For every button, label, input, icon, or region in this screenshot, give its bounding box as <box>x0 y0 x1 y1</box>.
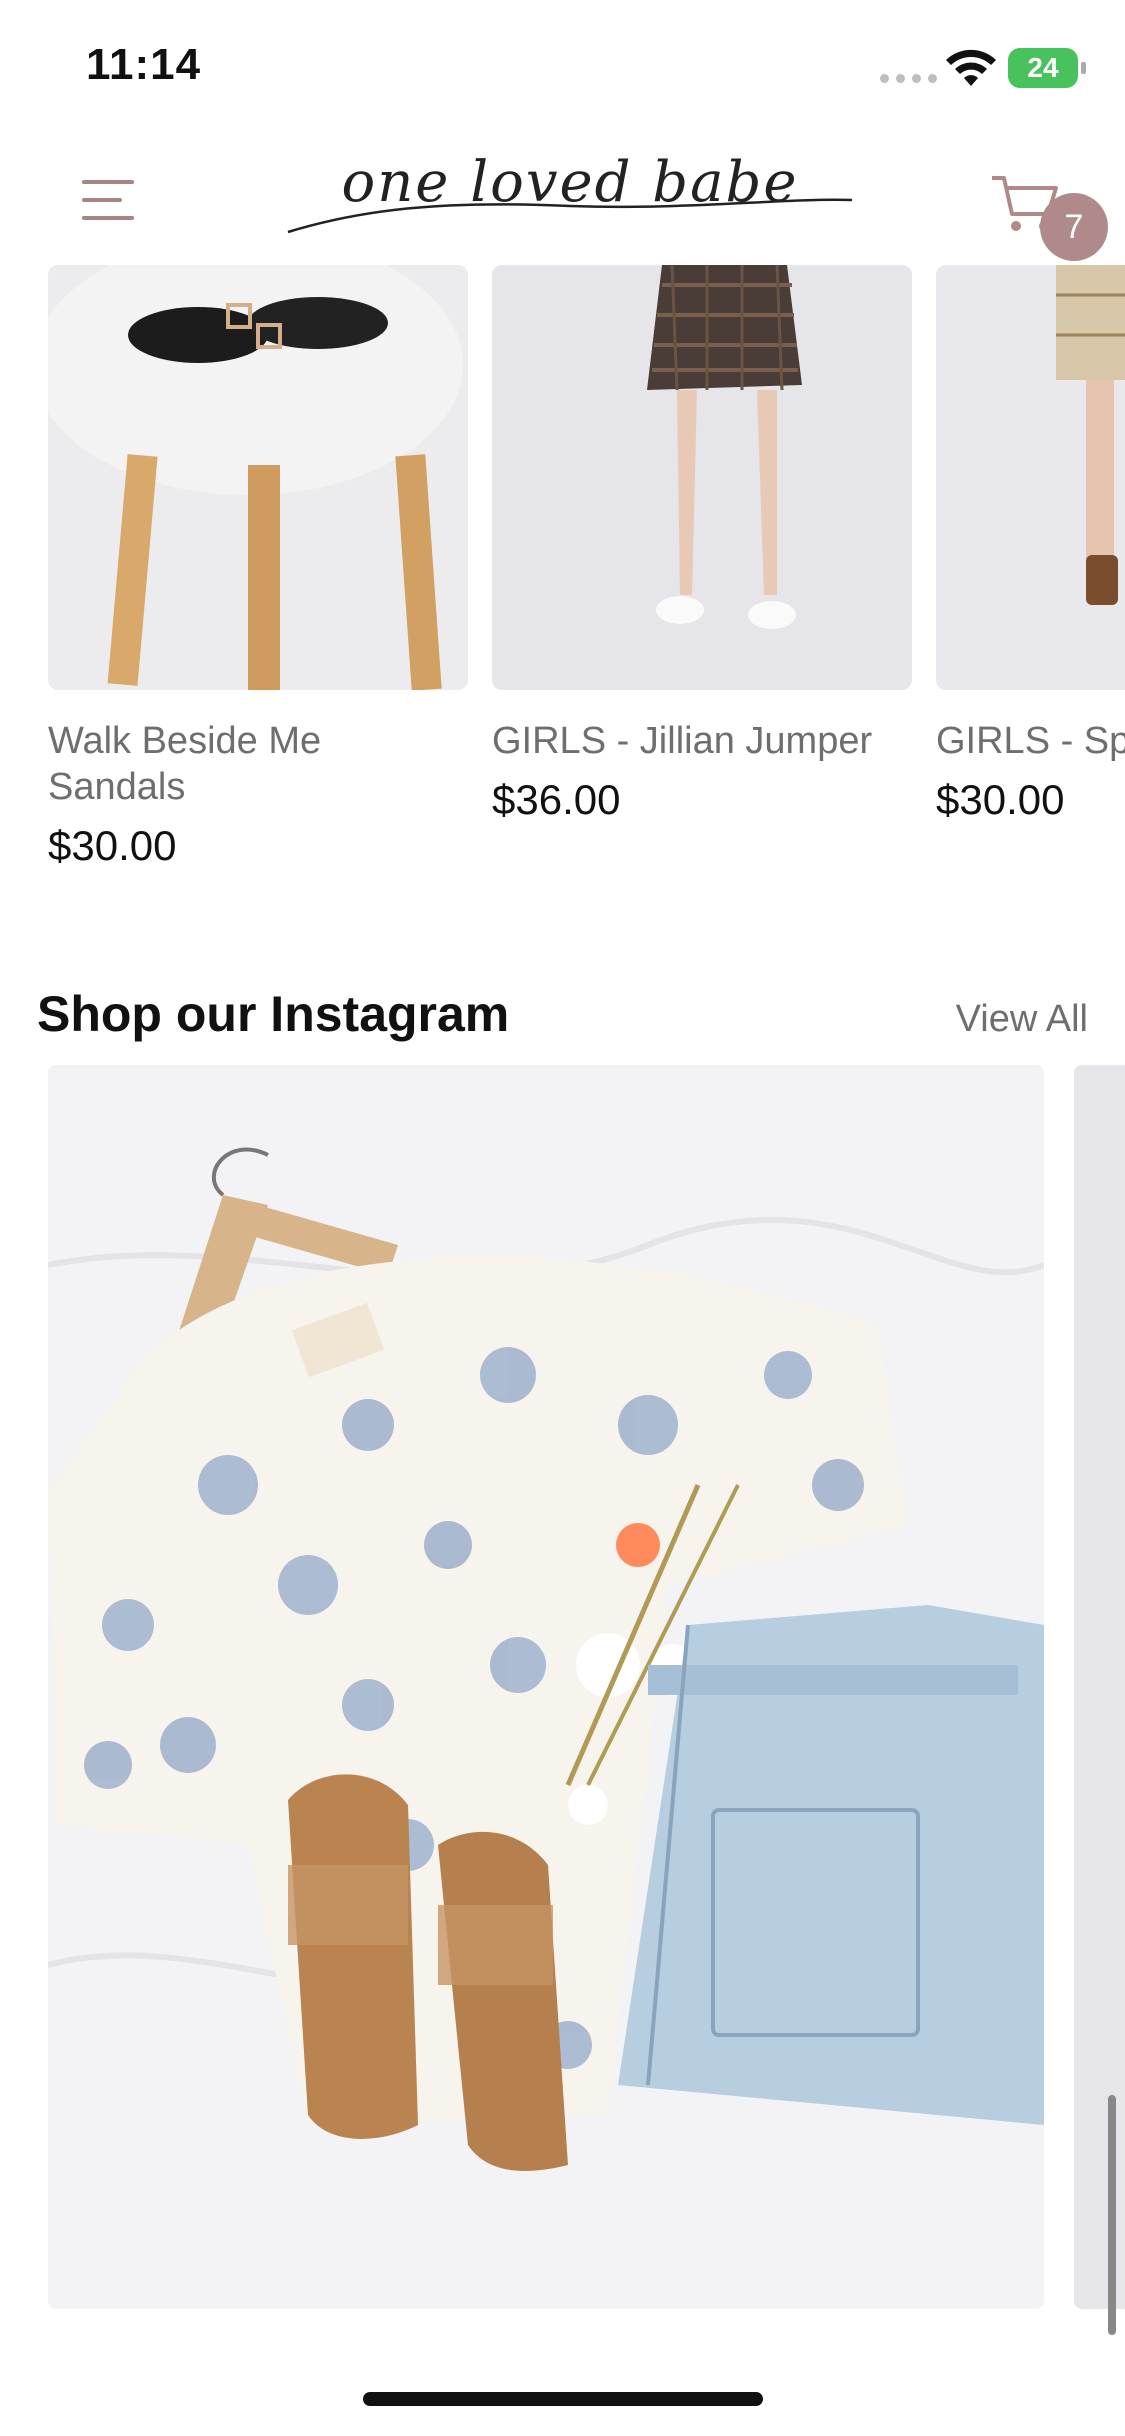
product-image-sandals[interactable] <box>48 265 468 690</box>
brand-logo[interactable]: one loved babe <box>280 140 860 250</box>
hamburger-menu-icon[interactable] <box>82 175 140 225</box>
product-card[interactable]: GIRLS - Jillian Jumper $36.00 <box>492 265 912 824</box>
product-price: $36.00 <box>492 776 621 823</box>
product-name[interactable]: Walk Beside Me Sandals <box>48 718 468 810</box>
instagram-next-post-preview[interactable] <box>1074 1065 1125 2309</box>
scroll-indicator <box>1108 2095 1116 2335</box>
product-price: $30.00 <box>48 822 177 869</box>
app-header: one loved babe 7 <box>0 130 1125 265</box>
instagram-post-image[interactable] <box>48 1065 1044 2309</box>
product-image-partial[interactable] <box>936 265 1125 690</box>
logo-text: one loved babe <box>341 150 799 215</box>
view-all-link[interactable]: View All <box>956 998 1088 1041</box>
cart-badge[interactable]: 7 <box>1040 193 1108 261</box>
product-card[interactable]: GIRLS - Sp $30.00 <box>936 265 1125 824</box>
home-indicator[interactable] <box>363 2392 763 2406</box>
status-bar: 11:14 24 <box>0 0 1125 130</box>
product-carousel[interactable]: Walk Beside Me Sandals $30.00 GIRLS - Ji… <box>0 265 1125 885</box>
cellular-signal-icon <box>880 74 937 83</box>
status-time: 11:14 <box>86 40 202 89</box>
instagram-section-title: Shop our Instagram <box>37 986 510 1042</box>
battery-icon: 24 <box>1008 48 1086 88</box>
product-name[interactable]: GIRLS - Sp <box>936 718 1125 764</box>
battery-level: 24 <box>1027 52 1059 83</box>
product-name[interactable]: GIRLS - Jillian Jumper <box>492 718 912 764</box>
wifi-icon <box>946 49 996 86</box>
product-card[interactable]: Walk Beside Me Sandals $30.00 <box>48 265 468 870</box>
product-price: $30.00 <box>936 776 1065 823</box>
product-image-jumper[interactable] <box>492 265 912 690</box>
